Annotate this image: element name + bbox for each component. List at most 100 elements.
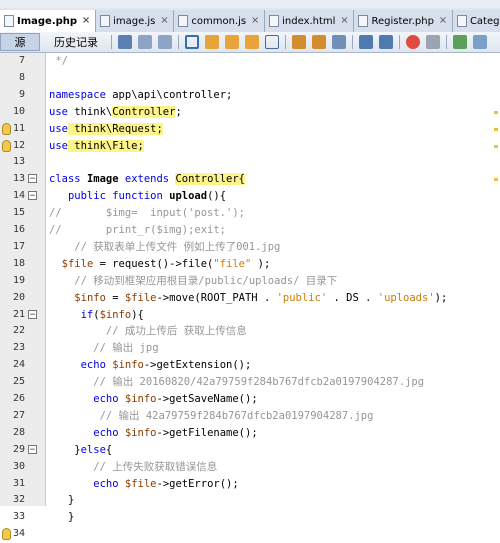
code-line: 26 echo $info->getSaveName(); [0,391,500,408]
code-token: class [49,173,81,186]
hint-lightbulb-icon[interactable] [2,139,11,152]
code-token: Controller [112,105,176,118]
code-token: // 输出 42a79759f284b767dfcb2a0197904287.j… [99,409,374,422]
occurrence-marker[interactable] [494,110,498,114]
code-text: echo $info->getExtension(); [49,357,252,374]
code-line: 23 // 输出 jpg [0,340,500,357]
code-token: ->move(ROOT_PATH . [156,291,277,304]
code-token: ->getFilename(); [156,426,258,439]
code-token: think\File; [67,139,144,152]
code-line: 12 use think\File; [0,138,500,155]
file-icon [358,15,369,27]
file-icon [456,15,467,27]
close-icon[interactable]: × [250,16,260,26]
tab-3[interactable]: index.html × [265,10,355,32]
close-icon[interactable]: × [438,16,448,26]
line-number: 25 [12,376,25,388]
code-token: ->getSaveName(); [156,393,258,405]
fold-toggle-icon[interactable]: − [28,309,37,319]
tab-label: common.js [191,15,247,27]
toggle-bookmark-icon[interactable] [332,35,346,49]
code-line: 22 // 成功上传后 获取上传信息 [0,323,500,340]
select-icon[interactable] [265,35,279,49]
code-line: 13 [0,154,500,171]
occurrence-marker[interactable] [494,144,498,148]
hint-lightbulb-icon[interactable] [2,528,11,541]
code-text: // 输出 jpg [49,340,159,357]
fold-toggle-icon[interactable]: − [28,444,37,454]
code-token: */ [49,55,68,67]
code-token: // 输出 20160820/42a79759f284b767dfcb2a019… [93,376,425,389]
code-text: public function upload(){ [49,188,226,205]
line-number: 31 [12,477,25,489]
shift-left-icon[interactable] [359,35,373,49]
close-icon[interactable]: × [339,16,349,26]
close-icon[interactable]: × [81,16,91,26]
fold-toggle-icon[interactable]: − [28,174,37,184]
line-number: 28 [12,426,25,438]
tab-0[interactable]: Image.php × [0,10,97,32]
editor-tab-bar: Image.php × image.js × common.js × index.html ×… [0,8,500,33]
find-next-icon[interactable] [225,35,239,49]
find-icon[interactable] [185,35,199,49]
tab-1[interactable]: image.js × [96,10,175,32]
code-text: } [49,492,74,509]
toggle-highlight-icon[interactable] [245,35,259,49]
last-edit-icon[interactable] [118,35,132,49]
code-token: } [49,443,81,456]
line-number: 23 [12,342,25,354]
code-line: 33 } [0,509,500,526]
code-text: if($info){ [49,307,144,324]
code-token: $file [124,291,157,304]
stop-macro-icon[interactable] [426,35,440,49]
code-line: 20 $info = $file->move(ROOT_PATH . 'publ… [0,290,500,307]
code-token: use [49,122,68,135]
tab-5[interactable]: Categor [452,10,500,32]
code-token: ->getError(); [156,477,239,490]
code-text: // $img= input('post.'); [49,205,245,222]
source-view-button[interactable]: 源 [0,33,40,51]
code-line: 16 // print_r($img);exit; [0,222,500,239]
hint-lightbulb-icon[interactable] [2,122,11,135]
code-token: // 输出 jpg [93,342,159,355]
code-token: } [49,511,75,524]
fold-toggle-icon[interactable]: − [28,191,37,201]
code-text: } [49,509,74,526]
code-line: 10 use think\Controller; [0,104,500,121]
shift-right-icon[interactable] [379,35,393,49]
back-icon[interactable] [138,35,152,49]
code-line: 28 echo $info->getFilename(); [0,425,500,442]
code-text: namespace app\api\controller; [49,87,232,104]
occurrence-marker[interactable] [494,178,498,182]
code-token: echo [93,393,119,405]
comment-icon[interactable] [453,35,467,49]
code-text: use think\Request; [49,121,163,138]
code-token: $info [124,393,157,405]
code-token: upload [169,190,208,203]
tab-4[interactable]: Register.php × [354,10,453,32]
occurrence-marker[interactable] [494,127,498,131]
start-macro-icon[interactable] [406,35,420,49]
code-token: // print_r($img);exit; [49,224,227,236]
code-text: use think\File; [49,138,144,155]
code-text: // 成功上传后 获取上传信息 [49,323,247,340]
code-token: // 上传失败获取错误信息 [93,460,218,473]
code-text: echo $file->getError(); [49,476,239,493]
uncomment-icon[interactable] [473,35,487,49]
code-editor[interactable]: 7 */8 9 namespace app\api\controller; 10 use… [0,53,500,541]
forward-icon[interactable] [158,35,172,49]
find-previous-icon[interactable] [205,35,219,49]
next-bookmark-icon[interactable] [312,35,326,49]
previous-bookmark-icon[interactable] [292,35,306,49]
code-token: use [49,139,68,152]
close-icon[interactable]: × [159,16,169,26]
code-text: $info = $file->move(ROOT_PATH . 'public'… [49,290,447,307]
tab-2[interactable]: common.js × [174,10,266,32]
line-number: 26 [12,393,25,404]
code-text: // 输出 20160820/42a79759f284b767dfcb2a019… [49,374,424,391]
history-view-button[interactable]: 历史记录 [40,34,108,50]
code-token: $info [124,426,157,439]
